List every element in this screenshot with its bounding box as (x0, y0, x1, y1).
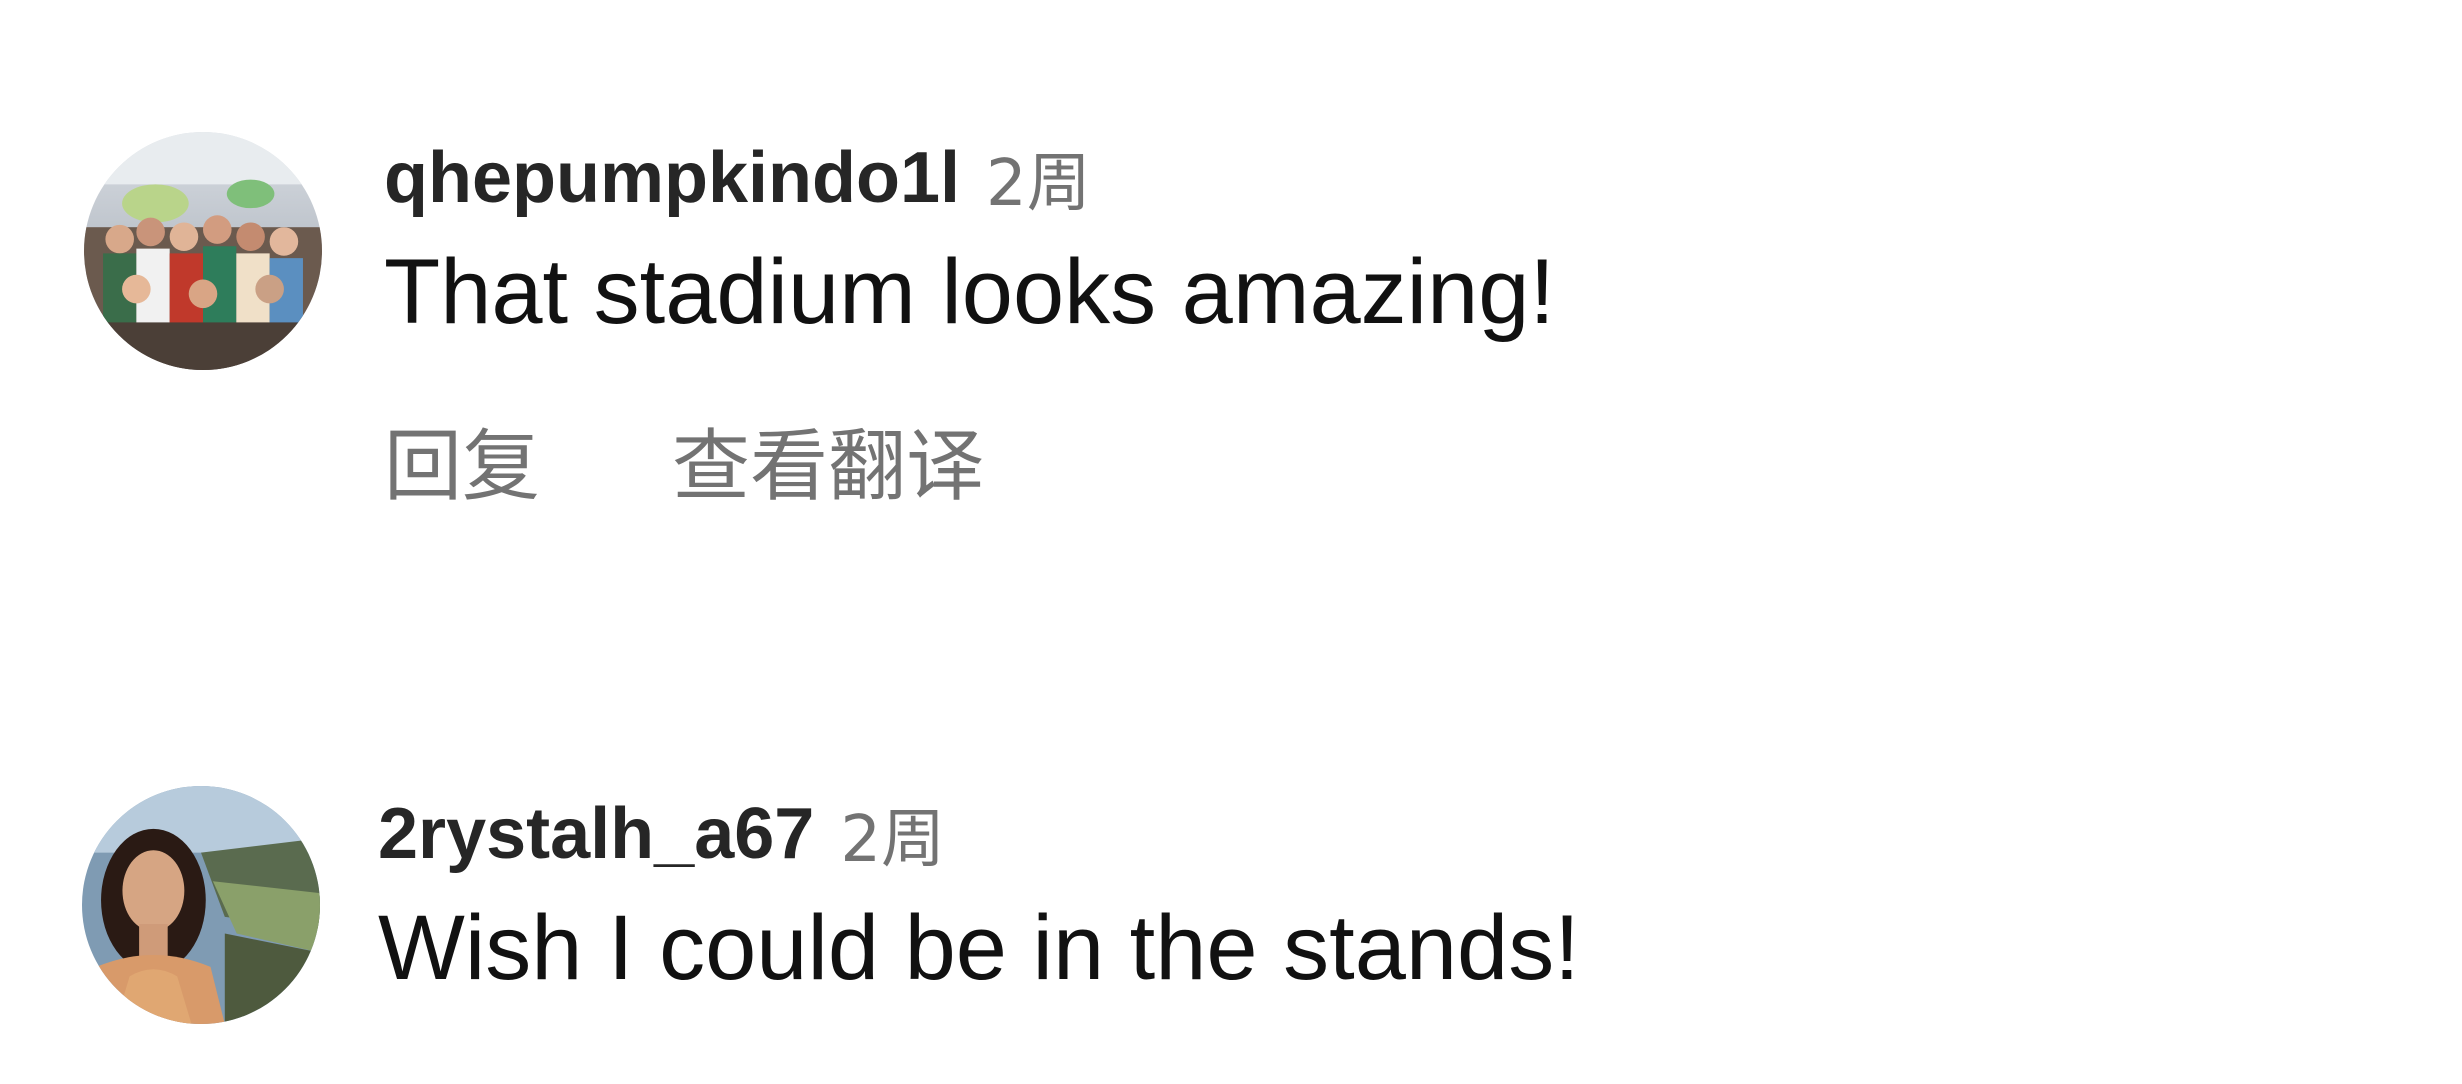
comment-actions: 回复 查看翻译 (384, 404, 1555, 516)
portrait-photo-avatar-icon (82, 786, 320, 1024)
comment-timestamp: 2周 (840, 803, 946, 877)
reply-button[interactable]: 回复 (384, 404, 540, 516)
username-link[interactable]: qhepumpkindo1l (384, 137, 960, 219)
see-translation-button[interactable]: 查看翻译 (672, 404, 984, 516)
comment-content: qhepumpkindo1l 2周 That stadium looks ama… (384, 128, 1555, 516)
comment-meta: 2rystalh_a67 2周 (378, 784, 1580, 884)
comment-text: That stadium looks amazing! (384, 241, 1555, 343)
group-photo-avatar-icon (84, 132, 322, 370)
username-link[interactable]: 2rystalh_a67 (378, 793, 814, 875)
comment-content: 2rystalh_a67 2周 Wish I could be in the s… (378, 784, 1580, 1008)
comment-text: Wish I could be in the stands! (378, 897, 1580, 999)
comment-meta: qhepumpkindo1l 2周 (384, 128, 1555, 228)
group-photo-avatar[interactable] (84, 132, 322, 370)
portrait-photo-avatar[interactable] (82, 786, 320, 1024)
comment-timestamp: 2周 (986, 147, 1091, 221)
